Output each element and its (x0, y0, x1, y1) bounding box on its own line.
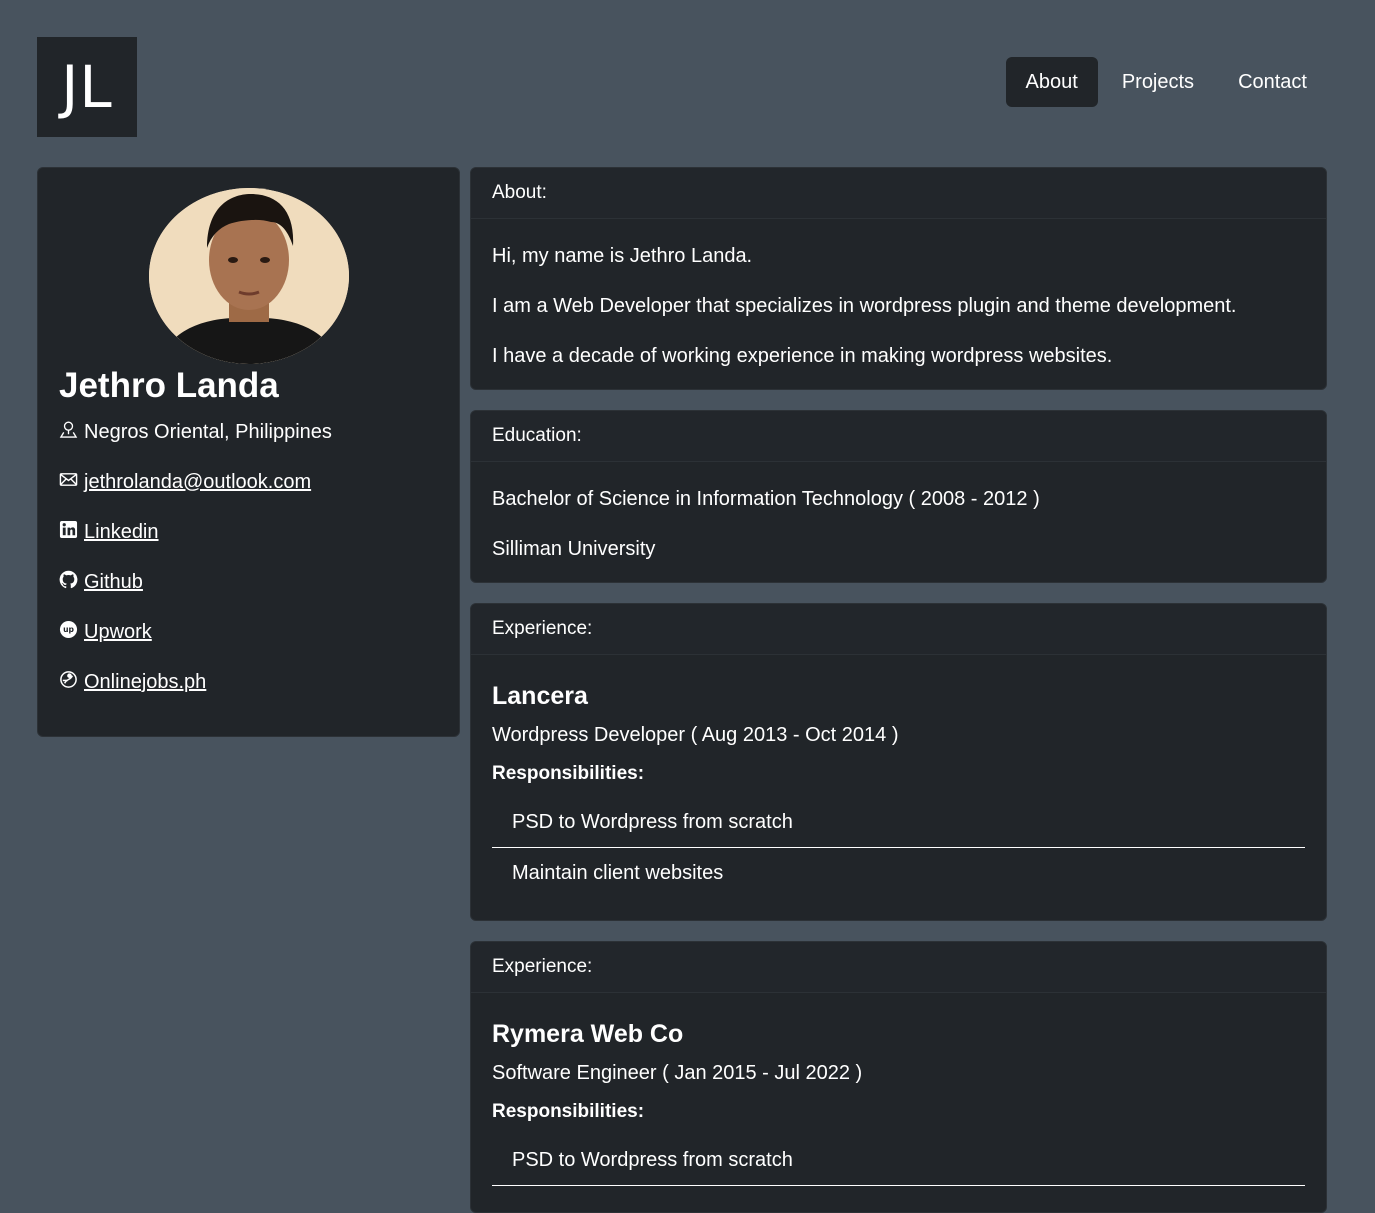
about-card: About: Hi, my name is Jethro Landa. I am… (470, 167, 1327, 390)
main-nav: About Projects Contact (1005, 57, 1327, 107)
company-name: Rymera Web Co (492, 1020, 684, 1048)
about-paragraph-1: Hi, my name is Jethro Landa. (492, 245, 753, 267)
profile-card: Jethro Landa Negros Oriental, Philippine… (37, 167, 460, 737)
about-paragraph-3: I have a decade of working experience in… (492, 345, 1113, 367)
job-role: Software Engineer ( Jan 2015 - Jul 2022 … (492, 1062, 863, 1084)
location-text: Negros Oriental, Philippines (84, 421, 332, 443)
education-card: Education: Bachelor of Science in Inform… (470, 410, 1327, 583)
education-heading: Education: (471, 411, 1326, 462)
experience-card: Experience: Lancera Wordpress Developer … (470, 603, 1327, 921)
linkedin-icon (59, 520, 78, 545)
github-link[interactable]: Github (84, 571, 143, 594)
svg-text:up: up (63, 625, 74, 634)
upwork-row: up Upwork (59, 620, 152, 645)
experience-heading: Experience: (471, 604, 1326, 655)
envelope-icon (59, 470, 78, 495)
github-icon (59, 570, 78, 595)
list-item: Maintain client websites (512, 862, 724, 884)
nav-about[interactable]: About (1005, 57, 1098, 107)
email-row: jethrolanda@outlook.com (59, 470, 311, 495)
onlinejobs-icon (59, 670, 78, 695)
education-school: Silliman University (492, 538, 656, 560)
responsibilities-list: PSD to Wordpress from scratch Maintain c… (492, 797, 1305, 898)
nav-contact[interactable]: Contact (1218, 57, 1327, 107)
list-item: PSD to Wordpress from scratch (492, 1135, 1305, 1186)
site-logo[interactable]: JL (37, 37, 137, 137)
location-row: Negros Oriental, Philippines (59, 420, 332, 445)
onlinejobs-link[interactable]: Onlinejobs.ph (84, 671, 206, 694)
list-item: PSD to Wordpress from scratch (492, 797, 1305, 848)
location-pin-icon (59, 420, 78, 445)
github-row: Github (59, 570, 143, 595)
company-name: Lancera (492, 682, 588, 710)
experience-heading: Experience: (471, 942, 1326, 993)
about-paragraph-2: I am a Web Developer that specializes in… (492, 295, 1237, 317)
responsibilities-list: PSD to Wordpress from scratch (492, 1135, 1305, 1186)
experience-card: Experience: Rymera Web Co Software Engin… (470, 941, 1327, 1213)
responsibilities-label: Responsibilities: (492, 763, 645, 784)
avatar (149, 188, 349, 364)
nav-projects[interactable]: Projects (1102, 57, 1214, 107)
email-link[interactable]: jethrolanda@outlook.com (84, 471, 311, 494)
profile-name: Jethro Landa (59, 366, 279, 405)
education-degree: Bachelor of Science in Information Techn… (492, 488, 1040, 510)
job-role: Wordpress Developer ( Aug 2013 - Oct 201… (492, 724, 899, 746)
upwork-icon: up (59, 620, 78, 645)
onlinejobs-row: Onlinejobs.ph (59, 670, 206, 695)
upwork-link[interactable]: Upwork (84, 621, 152, 644)
linkedin-link[interactable]: Linkedin (84, 521, 159, 544)
logo-text: JL (61, 53, 113, 121)
linkedin-row: Linkedin (59, 520, 159, 545)
responsibilities-label: Responsibilities: (492, 1101, 645, 1122)
about-heading: About: (471, 168, 1326, 219)
